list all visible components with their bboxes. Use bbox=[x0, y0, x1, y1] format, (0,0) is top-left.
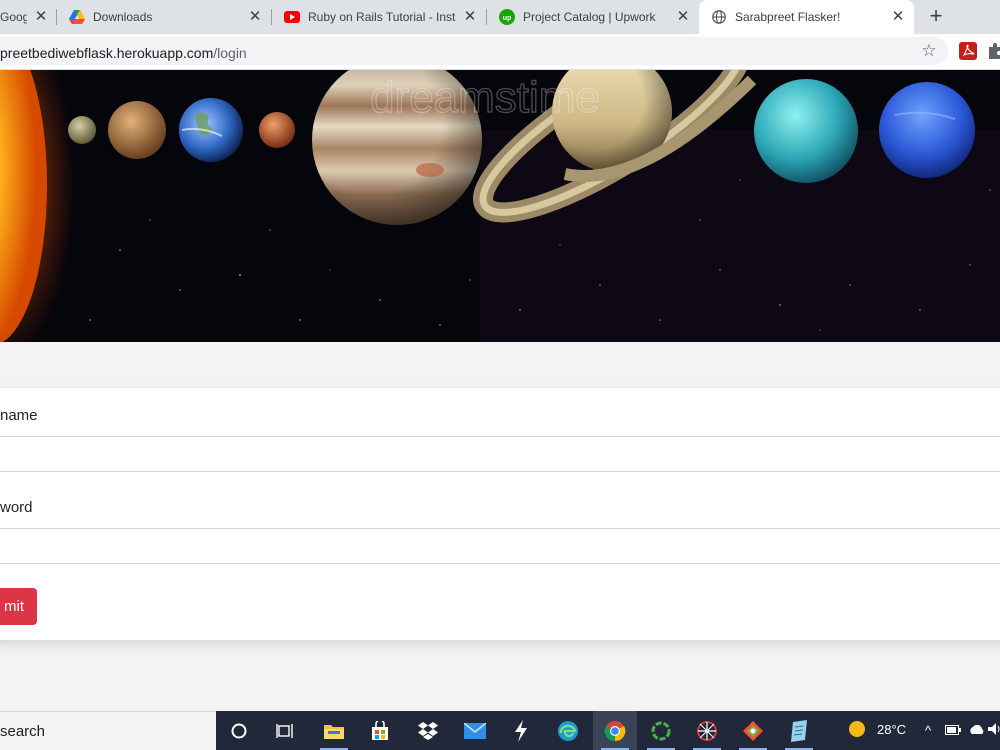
tab-close-icon[interactable]: ✕ bbox=[247, 9, 263, 25]
tab-title: Google Se bbox=[0, 10, 27, 24]
mercury bbox=[68, 116, 96, 144]
url-host: preetbediwebflask.herokuapp.com bbox=[0, 45, 214, 61]
tab-title: Project Catalog | Upwork bbox=[523, 10, 656, 24]
mars bbox=[259, 112, 295, 148]
username-label: name bbox=[0, 407, 38, 424]
task-view-icon[interactable] bbox=[263, 711, 307, 750]
bookmark-star-icon[interactable]: ☆ bbox=[919, 41, 939, 61]
onedrive-cloud-icon[interactable] bbox=[967, 721, 987, 741]
volume-icon[interactable] bbox=[988, 721, 1000, 741]
svg-text:up: up bbox=[503, 15, 512, 22]
tab-close-icon[interactable]: ✕ bbox=[890, 9, 906, 25]
globe-icon bbox=[711, 9, 727, 25]
neptune bbox=[879, 82, 975, 178]
venus bbox=[108, 101, 166, 159]
watermark: dreamstime bbox=[370, 73, 600, 122]
solar-system-banner-image: dreamstime bbox=[0, 70, 1000, 342]
url-text: preetbediwebflask.herokuapp.com/login bbox=[0, 45, 247, 61]
uranus bbox=[754, 79, 858, 183]
acrobat-pdf-icon[interactable] bbox=[959, 42, 977, 60]
login-form-card bbox=[0, 388, 1000, 640]
notepad-icon[interactable] bbox=[777, 711, 821, 750]
battery-icon[interactable] bbox=[943, 721, 963, 741]
tab-title: Ruby on Rails Tutorial - Insta bbox=[308, 10, 456, 24]
tab-title: Downloads bbox=[93, 10, 153, 24]
browser-tab-strip: Google Se ✕ Downloads ✕ Ruby on Rails Tu… bbox=[0, 0, 1000, 34]
tab-sarabpreet-flasker[interactable]: Sarabpreet Flasker! ✕ bbox=[699, 0, 914, 34]
tab-downloads[interactable]: Downloads ✕ bbox=[57, 0, 271, 34]
tray-chevron-icon[interactable]: ^ bbox=[920, 721, 936, 741]
weather-widget[interactable]: 28°C bbox=[848, 720, 906, 738]
address-bar[interactable]: preetbediwebflask.herokuapp.com/login ☆ bbox=[0, 37, 948, 65]
file-explorer-icon[interactable] bbox=[312, 711, 356, 750]
microsoft-store-icon[interactable] bbox=[358, 711, 402, 750]
google-drive-icon bbox=[69, 9, 85, 25]
edge-icon[interactable] bbox=[546, 711, 590, 750]
git-kraken-icon[interactable] bbox=[731, 711, 775, 750]
tab-close-icon[interactable]: ✕ bbox=[33, 9, 49, 25]
url-path: /login bbox=[213, 45, 247, 61]
tab-upwork-project-catalog[interactable]: up Project Catalog | Upwork ✕ bbox=[487, 0, 699, 34]
chrome-icon[interactable] bbox=[593, 711, 637, 750]
tab-close-icon[interactable]: ✕ bbox=[675, 9, 691, 25]
tab-close-icon[interactable]: ✕ bbox=[462, 9, 478, 25]
tab-ruby-on-rails-tutorial[interactable]: Ruby on Rails Tutorial - Insta ✕ bbox=[272, 0, 486, 34]
new-tab-button[interactable]: + bbox=[924, 5, 948, 29]
submit-button[interactable]: mit bbox=[0, 588, 37, 625]
taskbar-search-box[interactable]: search bbox=[0, 711, 216, 750]
tab-google-search[interactable]: Google Se ✕ bbox=[0, 0, 57, 34]
sun-weather-icon bbox=[849, 721, 865, 737]
taskbar-search-text: search bbox=[0, 723, 46, 740]
dropbox-icon[interactable] bbox=[406, 711, 450, 750]
tab-title: Sarabpreet Flasker! bbox=[735, 10, 841, 24]
spinner-app-icon[interactable] bbox=[639, 711, 683, 750]
upwork-icon: up bbox=[499, 9, 515, 25]
network-app-icon[interactable] bbox=[685, 711, 729, 750]
password-input[interactable] bbox=[0, 528, 1000, 564]
username-input[interactable] bbox=[0, 436, 1000, 472]
puzzle-extensions-icon[interactable] bbox=[988, 42, 1000, 60]
planets-illustration: dreamstime bbox=[0, 70, 1000, 342]
mail-icon[interactable] bbox=[453, 711, 497, 750]
cortana-icon[interactable] bbox=[217, 711, 261, 750]
youtube-icon bbox=[284, 9, 300, 25]
password-label: word bbox=[0, 499, 33, 516]
sublime-lightning-icon[interactable] bbox=[499, 711, 543, 750]
weather-temperature: 28°C bbox=[877, 721, 907, 737]
browser-toolbar: preetbediwebflask.herokuapp.com/login ☆ bbox=[0, 34, 1000, 70]
